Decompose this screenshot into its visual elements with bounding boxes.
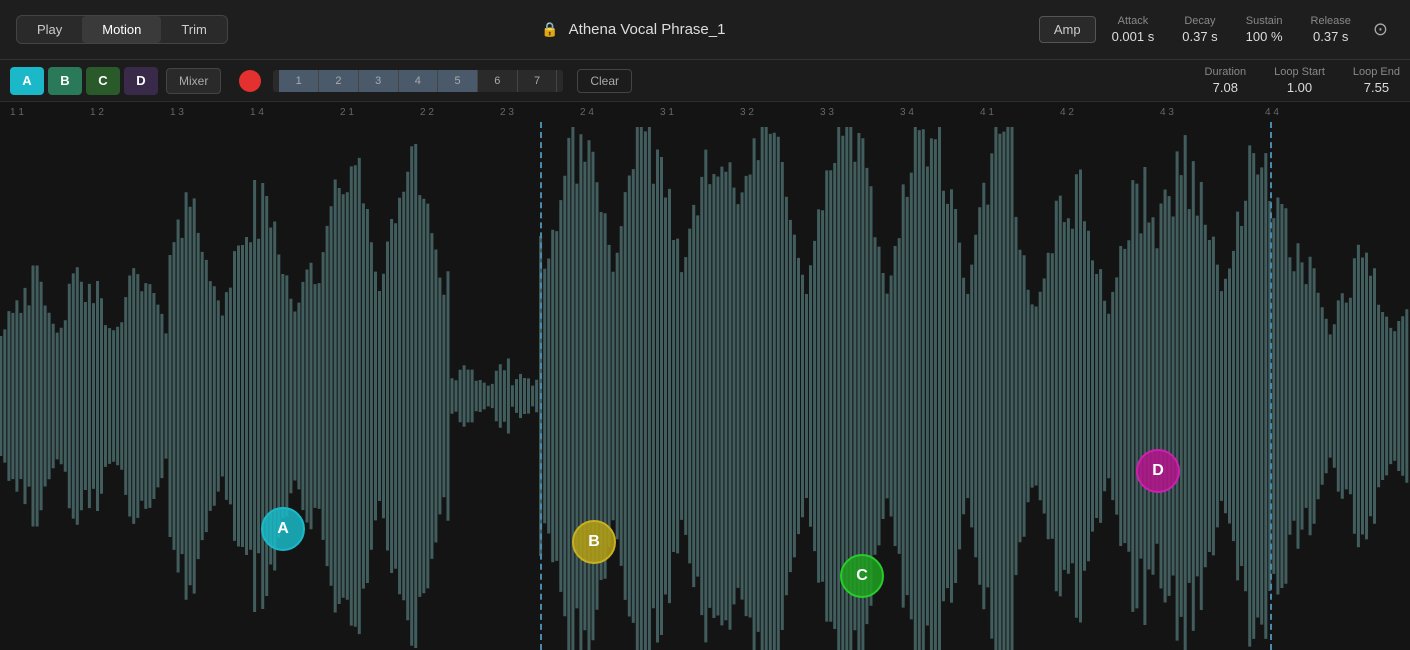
decay-value: 0.37 s <box>1182 29 1217 44</box>
time-markers: 1 1 1 2 1 3 1 4 2 1 2 2 2 3 2 4 3 1 3 2 3 3 3 4 4 1 4… <box>0 102 1410 122</box>
loop-end-param: Loop End 7.55 <box>1353 66 1400 95</box>
ruler-segment-4[interactable]: 4 <box>399 70 439 92</box>
envelope-params: Attack 0.001 s Decay 0.37 s Sustain 100 … <box>1112 15 1351 44</box>
ruler-segment-3[interactable]: 3 <box>359 70 399 92</box>
ruler-segment-5[interactable]: 5 <box>438 70 478 92</box>
zone-marker-c[interactable]: C <box>840 554 884 598</box>
more-options-button[interactable]: ⊙ <box>1367 15 1394 44</box>
loop-params: Duration 7.08 Loop Start 1.00 Loop End 7… <box>1205 66 1400 95</box>
loop-start-param: Loop Start 1.00 <box>1274 66 1325 95</box>
release-label: Release <box>1311 15 1351 27</box>
record-button[interactable] <box>239 70 261 92</box>
time-marker-41: 4 1 <box>980 107 994 118</box>
zone-d-button[interactable]: D <box>124 67 158 95</box>
duration-label: Duration <box>1205 66 1247 78</box>
loop-start-value: 1.00 <box>1287 80 1312 95</box>
time-marker-13: 1 3 <box>170 107 184 118</box>
motion-button[interactable]: Motion <box>82 16 161 43</box>
zone-marker-d[interactable]: D <box>1136 449 1180 493</box>
time-marker-12: 1 2 <box>90 107 104 118</box>
zone-a-button[interactable]: A <box>10 67 44 95</box>
attack-value: 0.001 s <box>1112 29 1155 44</box>
time-marker-22: 2 2 <box>420 107 434 118</box>
mixer-button[interactable]: Mixer <box>166 68 221 94</box>
time-marker-14: 1 4 <box>250 107 264 118</box>
waveform-display <box>0 122 1410 650</box>
decay-label: Decay <box>1184 15 1215 27</box>
clear-button[interactable]: Clear <box>577 69 632 93</box>
play-motion-trim-group: Play Motion Trim <box>16 15 228 44</box>
release-value: 0.37 s <box>1313 29 1348 44</box>
play-button[interactable]: Play <box>17 16 82 43</box>
time-marker-23: 2 3 <box>500 107 514 118</box>
ruler-segment-6[interactable]: 6 <box>478 70 518 92</box>
zone-marker-b[interactable]: B <box>572 520 616 564</box>
time-marker-34: 3 4 <box>900 107 914 118</box>
loop-end-label: Loop End <box>1353 66 1400 78</box>
time-marker-31: 3 1 <box>660 107 674 118</box>
lock-icon: 🔒 <box>541 21 558 38</box>
time-marker-11: 1 1 <box>10 107 24 118</box>
sustain-value: 100 % <box>1246 29 1283 44</box>
duration-value: 7.08 <box>1213 80 1238 95</box>
time-marker-24: 2 4 <box>580 107 594 118</box>
ruler-segment-7[interactable]: 7 <box>518 70 558 92</box>
amp-button[interactable]: Amp <box>1039 16 1096 43</box>
loop-start-label: Loop Start <box>1274 66 1325 78</box>
track-name: Athena Vocal Phrase_1 <box>569 21 726 38</box>
time-marker-32: 3 2 <box>740 107 754 118</box>
waveform-area[interactable]: 1 1 1 2 1 3 1 4 2 1 2 2 2 3 2 4 3 1 3 2 3 3 3 4 4 1 4… <box>0 102 1410 650</box>
loop-end-value: 7.55 <box>1364 80 1389 95</box>
time-marker-42: 4 2 <box>1060 107 1074 118</box>
ruler-segment-2[interactable]: 2 <box>319 70 359 92</box>
duration-param: Duration 7.08 <box>1205 66 1247 95</box>
zone-buttons: A B C D <box>10 67 158 95</box>
attack-label: Attack <box>1118 15 1149 27</box>
time-marker-21: 2 1 <box>340 107 354 118</box>
release-param: Release 0.37 s <box>1311 15 1351 44</box>
sustain-label: Sustain <box>1246 15 1283 27</box>
attack-param: Attack 0.001 s <box>1112 15 1155 44</box>
trim-button[interactable]: Trim <box>161 16 227 43</box>
time-marker-43: 4 3 <box>1160 107 1174 118</box>
ruler-segment-1[interactable]: 1 <box>279 70 319 92</box>
sustain-param: Sustain 100 % <box>1246 15 1283 44</box>
time-marker-44: 4 4 <box>1265 107 1279 118</box>
time-marker-33: 3 3 <box>820 107 834 118</box>
zone-c-button[interactable]: C <box>86 67 120 95</box>
decay-param: Decay 0.37 s <box>1182 15 1217 44</box>
zone-marker-a[interactable]: A <box>261 507 305 551</box>
timeline-ruler[interactable]: 1234567 <box>273 70 563 92</box>
zone-b-button[interactable]: B <box>48 67 82 95</box>
top-bar: Play Motion Trim 🔒 Athena Vocal Phrase_1… <box>0 0 1410 60</box>
title-area: 🔒 Athena Vocal Phrase_1 <box>244 21 1023 38</box>
second-bar: A B C D Mixer 1234567 Clear Duration 7.0… <box>0 60 1410 102</box>
